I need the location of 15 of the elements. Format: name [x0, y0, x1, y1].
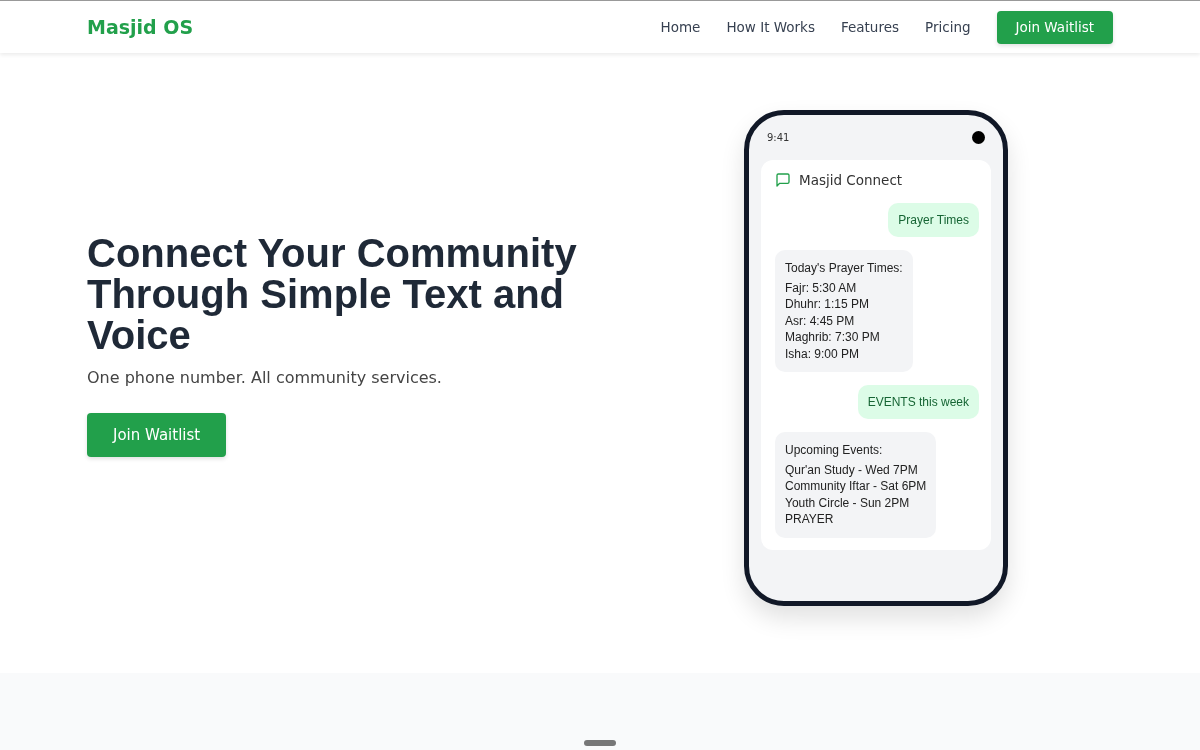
nav-link[interactable]: Home	[660, 19, 701, 35]
received-message: Today's Prayer Times: Fajr: 5:30 AM Dhuhr: 1:15 PM Asr: 4:45 PM Maghrib: 7:30 PM Isha: 9:00 PM	[775, 250, 913, 372]
sent-message: Prayer Times	[888, 203, 979, 237]
nav-link[interactable]: How It Works	[726, 19, 815, 35]
chat-title: Masjid Connect	[799, 172, 903, 188]
sent-message: EVENTS this week	[857, 385, 979, 419]
status-time: 9:41	[767, 131, 790, 143]
chat-bubble-icon	[775, 172, 791, 188]
received-message: Upcoming Events: Qur'an Study - Wed 7PM Community Iftar - Sat 6PM Youth Circle - Sun 2PM PRAYER	[775, 432, 937, 538]
nav-link[interactable]: Pricing	[925, 19, 971, 35]
hero-subtitle: One phone number. All community services.	[87, 368, 443, 387]
hero-heading: Connect Your Community Through Simple Text and Voice	[87, 233, 578, 356]
camera-icon	[972, 130, 985, 144]
scroll-handle[interactable]	[584, 740, 616, 746]
nav-link[interactable]: Features	[840, 19, 899, 35]
